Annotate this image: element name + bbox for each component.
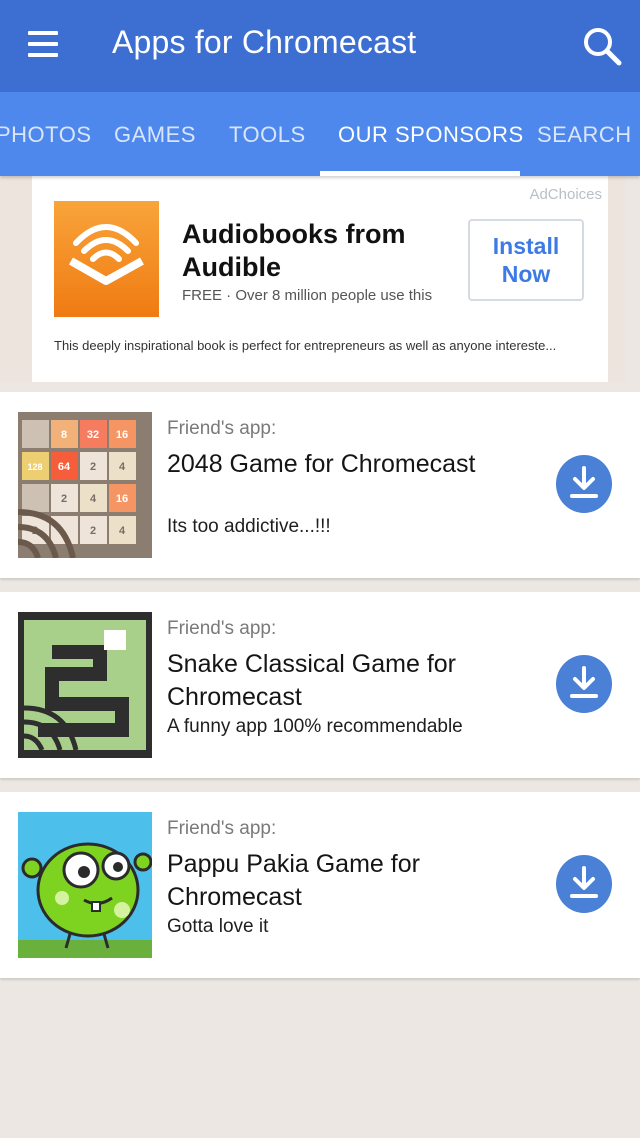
snake-game-icon: [18, 612, 152, 758]
app-name[interactable]: Pappu Pakia Game for Chromecast: [167, 848, 527, 914]
svg-text:32: 32: [87, 429, 99, 441]
svg-text:8: 8: [61, 429, 67, 441]
ad-title[interactable]: Audiobooks from Audible: [182, 218, 452, 284]
audible-logo-icon: [54, 201, 159, 317]
tab-games[interactable]: GAMES: [114, 122, 196, 148]
svg-text:16: 16: [116, 429, 128, 441]
svg-text:64: 64: [58, 461, 71, 473]
friend-label: Friend's app:: [167, 818, 277, 839]
svg-text:2: 2: [61, 493, 67, 505]
svg-text:4: 4: [119, 525, 126, 537]
ad-subtitle: FREE · Over 8 million people use this: [182, 287, 433, 304]
svg-text:2: 2: [90, 525, 96, 537]
menu-icon[interactable]: [28, 31, 58, 57]
app-list-item-2048[interactable]: 8 32 16 128 64 2 4 2 4 16 2 2 4 Friend's…: [0, 392, 640, 578]
tab-our-sponsors[interactable]: OUR SPONSORS: [338, 122, 524, 148]
tab-indicator: [320, 171, 520, 176]
app-bar: Apps for Chromecast: [0, 0, 640, 92]
download-icon[interactable]: [555, 454, 613, 514]
friend-label: Friend's app:: [167, 418, 277, 439]
svg-text:128: 128: [27, 462, 42, 472]
adjacent-card-right: [608, 176, 626, 382]
ad-description: This deeply inspirational book is perfec…: [54, 338, 557, 353]
adchoices-label[interactable]: AdChoices: [529, 186, 602, 203]
app-name[interactable]: 2048 Game for Chromecast: [167, 448, 527, 481]
app-title: Apps for Chromecast: [112, 24, 417, 60]
app-name[interactable]: Snake Classical Game for Chromecast: [167, 648, 527, 714]
2048-game-icon: 8 32 16 128 64 2 4 2 4 16 2 2 4: [18, 412, 152, 558]
tab-search[interactable]: SEARCH: [537, 122, 632, 148]
app-description: A funny app 100% recommendable: [167, 716, 463, 737]
app-list-item-pappu-pakia[interactable]: Friend's app: Pappu Pakia Game for Chrom…: [0, 792, 640, 978]
install-now-button[interactable]: Install Now: [468, 219, 584, 301]
app-description: Its too addictive...!!!: [167, 516, 331, 537]
adjacent-card-left: [0, 176, 32, 382]
svg-text:4: 4: [119, 461, 126, 473]
app-description: Gotta love it: [167, 916, 269, 937]
app-list-item-snake[interactable]: Friend's app: Snake Classical Game for C…: [0, 592, 640, 778]
svg-text:16: 16: [116, 493, 128, 505]
friend-label: Friend's app:: [167, 618, 277, 639]
svg-text:2: 2: [90, 461, 96, 473]
search-icon[interactable]: [580, 24, 624, 68]
download-icon[interactable]: [555, 654, 613, 714]
pappu-pakia-icon: [18, 812, 152, 958]
sponsored-ad-card[interactable]: AdChoices Audiobooks from Audible FREE ·…: [32, 176, 608, 382]
tab-photos[interactable]: PHOTOS: [0, 122, 92, 148]
download-icon[interactable]: [555, 854, 613, 914]
svg-text:4: 4: [90, 493, 97, 505]
tab-bar: PHOTOS GAMES TOOLS OUR SPONSORS SEARCH: [0, 92, 640, 176]
tab-tools[interactable]: TOOLS: [229, 122, 306, 148]
